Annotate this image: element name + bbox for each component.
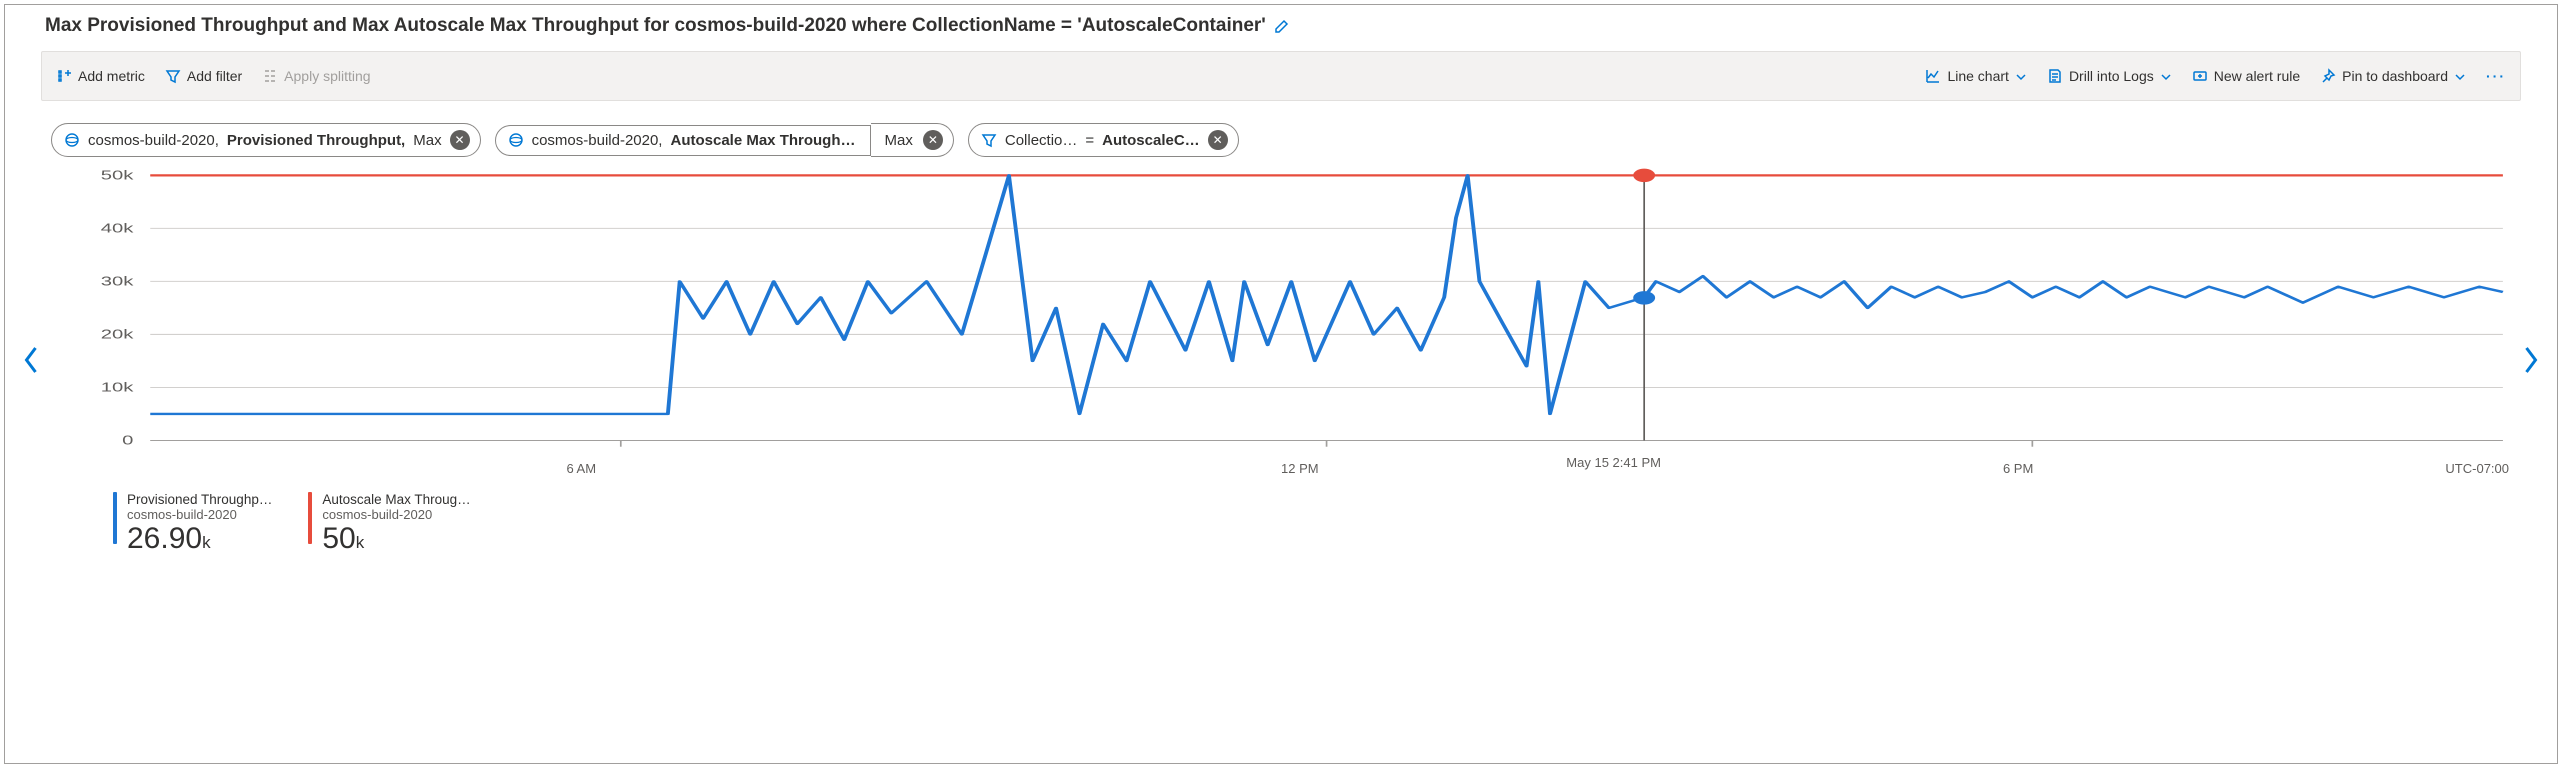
apply-splitting-label: Apply splitting: [284, 68, 370, 84]
more-actions-button[interactable]: ···: [2476, 62, 2516, 90]
pin-dashboard-label: Pin to dashboard: [2342, 68, 2448, 84]
alert-icon: [2192, 68, 2208, 84]
add-metric-icon: [56, 68, 72, 84]
chart-toolbar: Add metric Add filter Apply splitting Li…: [41, 51, 2521, 101]
line-chart-icon: [1925, 68, 1941, 84]
pill1-resource: cosmos-build-2020,: [88, 132, 219, 149]
pin-dashboard-button[interactable]: Pin to dashboard: [2310, 62, 2476, 90]
svg-text:30k: 30k: [101, 274, 134, 288]
chart-type-dropdown[interactable]: Line chart: [1915, 62, 2036, 90]
hover-time: May 15 2:41 PM: [1566, 455, 1661, 470]
add-filter-button[interactable]: Add filter: [155, 62, 252, 90]
legend-a-val: 26.90k: [127, 524, 272, 554]
timezone: UTC-07:00: [2445, 461, 2509, 476]
add-metric-button[interactable]: Add metric: [46, 62, 155, 90]
svg-text:10k: 10k: [101, 381, 134, 395]
metric-pills-row: cosmos-build-2020, Provisioned Throughpu…: [5, 109, 2557, 165]
chevron-down-icon: [2454, 70, 2466, 82]
svg-text:0: 0: [122, 434, 133, 448]
legend-swatch-a: [113, 492, 117, 544]
legend-item-a[interactable]: Provisioned Throughp… cosmos-build-2020 …: [113, 492, 272, 554]
add-metric-label: Add metric: [78, 68, 145, 84]
chevron-down-icon: [2160, 70, 2172, 82]
new-alert-label: New alert rule: [2214, 68, 2300, 84]
pill1-metric: Provisioned Throughput,: [227, 132, 405, 149]
filter-prop: Collectio…: [1005, 132, 1078, 149]
pill1-agg: Max: [413, 132, 441, 149]
pill2-resource: cosmos-build-2020,: [532, 132, 663, 149]
cosmos-icon: [508, 132, 524, 148]
metrics-panel: Max Provisioned Throughput and Max Autos…: [4, 4, 2558, 764]
x-tick-2: 12 PM: [1281, 461, 1319, 476]
ellipsis-icon: ···: [2486, 68, 2506, 84]
chart-zone: 50k 40k 30k 20k 10k 0 6 AM 12 PM May 15 2:41 …: [5, 165, 2557, 554]
legend-item-b[interactable]: Autoscale Max Throug… cosmos-build-2020 …: [308, 492, 470, 554]
filter-pill[interactable]: Collectio… = AutoscaleC… ✕: [968, 123, 1239, 157]
add-filter-label: Add filter: [187, 68, 242, 84]
legend-row: Provisioned Throughp… cosmos-build-2020 …: [49, 476, 2513, 554]
filter-icon: [165, 68, 181, 84]
edit-title-icon[interactable]: [1274, 18, 1290, 34]
x-tick-1: 6 AM: [566, 461, 596, 476]
logs-icon: [2047, 68, 2063, 84]
remove-metric-2[interactable]: ✕: [923, 130, 943, 150]
chevron-down-icon: [2015, 70, 2027, 82]
chart-svg[interactable]: 50k 40k 30k 20k 10k 0: [49, 165, 2513, 455]
pill2-metric: Autoscale Max Through…: [670, 132, 855, 149]
legend-a-sub: cosmos-build-2020: [127, 507, 272, 522]
filter-eq: =: [1085, 132, 1094, 149]
svg-text:40k: 40k: [101, 221, 134, 235]
metric-pill-1[interactable]: cosmos-build-2020, Provisioned Throughpu…: [51, 123, 481, 157]
svg-text:50k: 50k: [101, 168, 134, 182]
title-row: Max Provisioned Throughput and Max Autos…: [5, 5, 2557, 41]
scroll-right-button[interactable]: [2513, 165, 2549, 554]
cosmos-icon: [64, 132, 80, 148]
chart-type-label: Line chart: [1947, 68, 2008, 84]
page-title: Max Provisioned Throughput and Max Autos…: [45, 15, 1266, 37]
split-icon: [262, 68, 278, 84]
svg-text:20k: 20k: [101, 327, 134, 341]
filter-icon: [981, 132, 997, 148]
legend-swatch-b: [308, 492, 312, 544]
legend-b-sub: cosmos-build-2020: [322, 507, 470, 522]
chart-inner: 50k 40k 30k 20k 10k 0 6 AM 12 PM May 15 2:41 …: [49, 165, 2513, 554]
drill-logs-dropdown[interactable]: Drill into Logs: [2037, 62, 2182, 90]
legend-b-title: Autoscale Max Throug…: [322, 492, 470, 507]
drill-logs-label: Drill into Logs: [2069, 68, 2154, 84]
remove-metric-1[interactable]: ✕: [450, 130, 470, 150]
metric-pill-2[interactable]: cosmos-build-2020, Autoscale Max Through…: [495, 125, 871, 156]
x-axis-row: 6 AM 12 PM May 15 2:41 PM 6 PM UTC-07:00: [49, 455, 2513, 476]
pin-icon: [2320, 68, 2336, 84]
scroll-left-button[interactable]: [13, 165, 49, 554]
legend-a-title: Provisioned Throughp…: [127, 492, 272, 507]
pill2-agg[interactable]: Max: [885, 132, 913, 149]
x-tick-3: 6 PM: [2003, 461, 2033, 476]
new-alert-button[interactable]: New alert rule: [2182, 62, 2310, 90]
remove-filter[interactable]: ✕: [1208, 130, 1228, 150]
filter-val: AutoscaleC…: [1102, 132, 1200, 149]
legend-b-val: 50k: [322, 524, 470, 554]
apply-splitting-button: Apply splitting: [252, 62, 380, 90]
